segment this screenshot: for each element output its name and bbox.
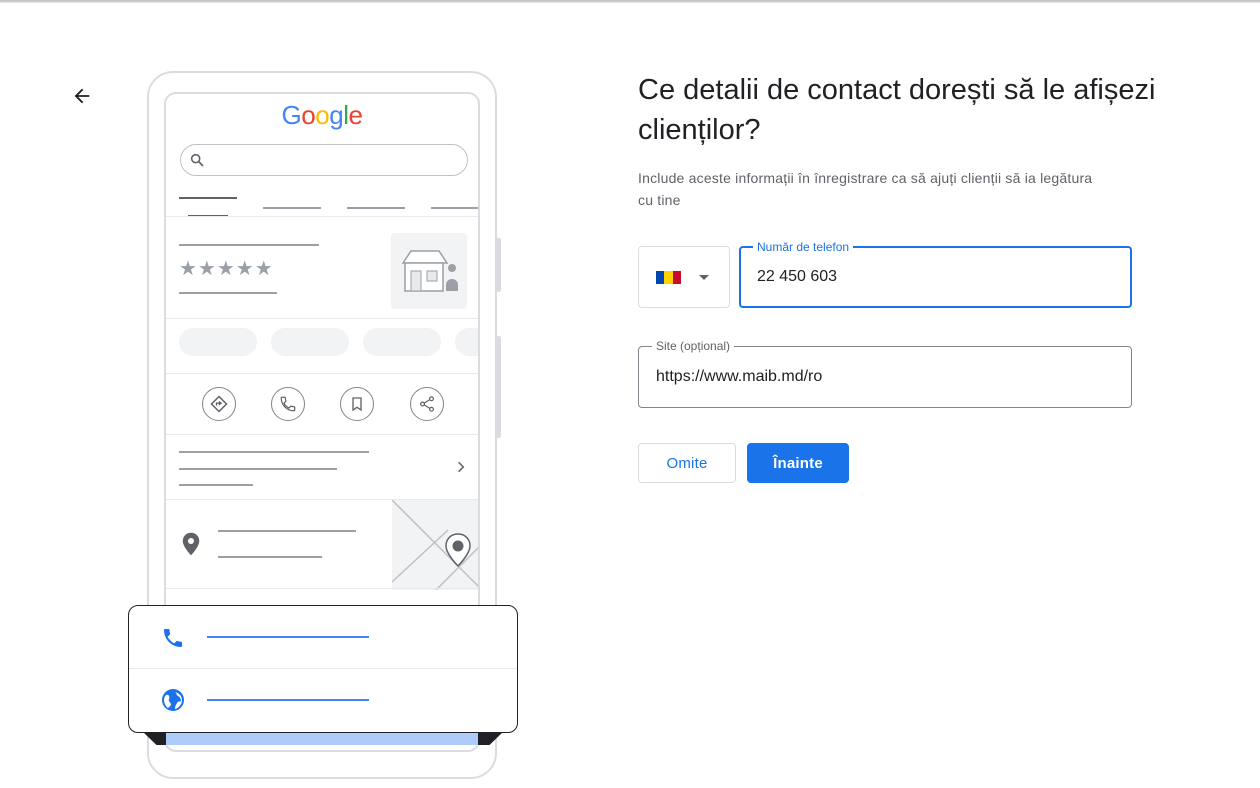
location-pin-icon xyxy=(182,532,200,556)
card-highlight xyxy=(166,731,478,745)
storefront-thumbnail xyxy=(391,233,467,309)
back-button[interactable] xyxy=(66,80,98,112)
bookmark-icon xyxy=(340,387,374,421)
page-subtitle: Include aceste informații în înregistrar… xyxy=(638,170,1093,208)
next-button[interactable]: Înainte xyxy=(747,443,849,483)
storefront-icon xyxy=(401,250,458,292)
chevron-down-icon xyxy=(699,275,709,280)
google-logo: Google xyxy=(281,100,363,130)
phone-icon xyxy=(271,387,305,421)
search-icon xyxy=(190,153,204,167)
chevron-right-icon xyxy=(458,461,465,473)
arrow-back-icon xyxy=(74,88,90,104)
rating-stars: ★★★★★ xyxy=(179,258,274,280)
contact-card-illustration xyxy=(128,605,518,733)
phone-number-input[interactable] xyxy=(741,248,1130,306)
website-field[interactable]: Site (opțional) xyxy=(638,338,1132,408)
globe-icon xyxy=(162,689,184,711)
page-title: Ce detalii de contact dorești să le afiș… xyxy=(638,74,1156,146)
phone-side-button xyxy=(496,238,501,292)
share-icon xyxy=(410,387,444,421)
phone-icon xyxy=(164,629,182,647)
top-border xyxy=(0,0,1260,3)
moldova-flag-icon xyxy=(656,271,681,284)
skip-button[interactable]: Omite xyxy=(638,443,736,483)
directions-icon xyxy=(202,387,236,421)
country-code-select[interactable] xyxy=(638,246,730,308)
phone-number-field[interactable]: Număr de telefon xyxy=(739,239,1132,308)
mini-map xyxy=(391,499,478,591)
phone-side-button xyxy=(496,336,501,438)
mock-search-bar xyxy=(180,144,468,176)
website-input[interactable] xyxy=(639,347,1131,407)
